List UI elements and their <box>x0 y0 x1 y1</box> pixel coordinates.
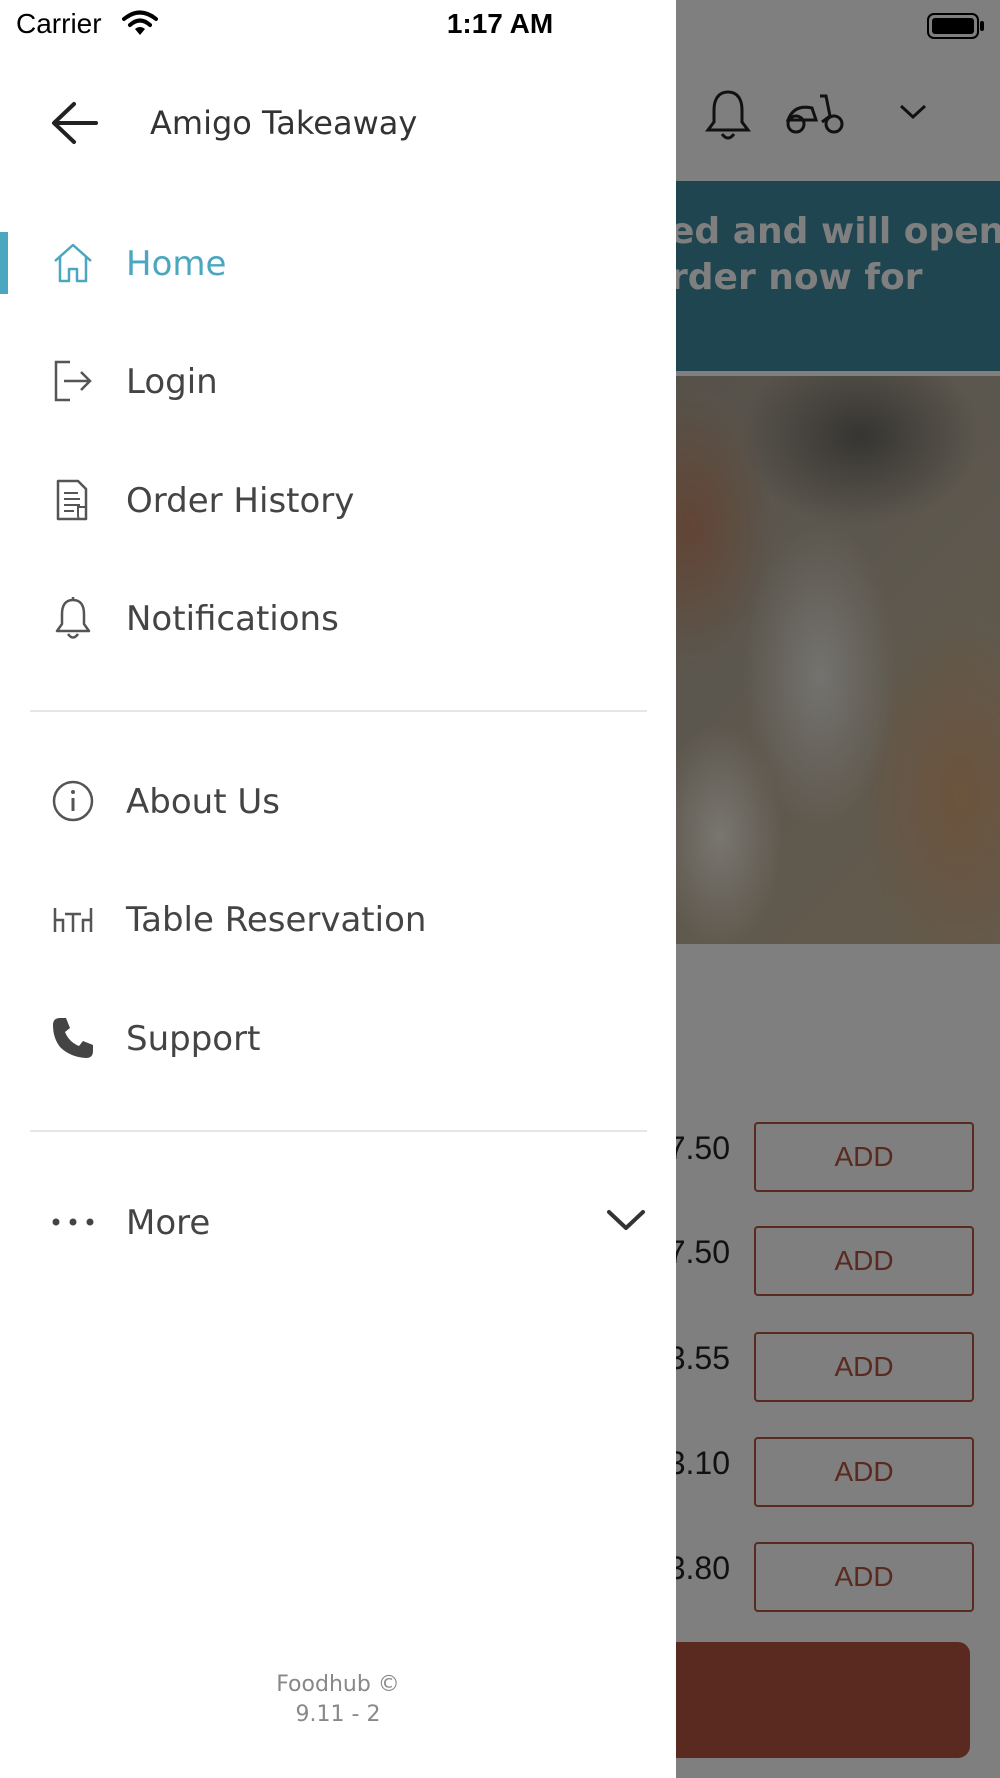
chevron-down-icon[interactable] <box>606 1207 646 1237</box>
menu-item-order-history[interactable]: Order History <box>0 455 676 545</box>
arrow-left-icon[interactable] <box>50 100 102 146</box>
app-footer: Foodhub © 9.11 - 2 <box>0 1670 676 1730</box>
menu-item-label: Support <box>126 1019 261 1059</box>
clock: 1:17 AM <box>446 8 554 39</box>
menu-item-notifications[interactable]: Notifications <box>0 573 676 663</box>
bell-icon <box>50 595 96 641</box>
menu-item-label: Notifications <box>126 599 339 639</box>
receipt-icon <box>50 477 96 523</box>
info-icon <box>50 778 96 824</box>
menu-item-label: About Us <box>126 782 280 822</box>
menu-item-table-reservation[interactable]: Table Reservation <box>0 874 676 964</box>
navigation-drawer: Amigo Takeaway Home Login Order History … <box>0 0 676 1778</box>
restaurant-title: Amigo Takeaway <box>150 104 418 142</box>
battery-icon <box>926 12 986 44</box>
menu-divider <box>30 1130 647 1132</box>
active-indicator <box>0 232 8 294</box>
more-dots-icon <box>50 1199 96 1245</box>
status-bar: Carrier 1:17 AM <box>0 0 1000 50</box>
menu-item-more[interactable]: More <box>0 1177 676 1267</box>
phone-icon <box>50 1015 96 1061</box>
menu-item-label: More <box>126 1203 211 1243</box>
menu-item-home[interactable]: Home <box>0 218 676 308</box>
drawer-header: Amigo Takeaway <box>0 80 676 170</box>
table-icon <box>50 896 96 942</box>
menu-item-label: Order History <box>126 481 355 521</box>
login-icon <box>50 358 96 404</box>
menu-item-login[interactable]: Login <box>0 336 676 426</box>
menu-item-label: Login <box>126 362 218 402</box>
menu-item-label: Table Reservation <box>126 900 427 940</box>
menu-item-about-us[interactable]: About Us <box>0 756 676 846</box>
menu-item-label: Home <box>126 244 227 284</box>
menu-item-support[interactable]: Support <box>0 993 676 1083</box>
menu-divider <box>30 710 647 712</box>
footer-version: 9.11 - 2 <box>295 1702 381 1727</box>
footer-brand: Foodhub © <box>276 1672 400 1697</box>
home-icon <box>50 240 96 286</box>
